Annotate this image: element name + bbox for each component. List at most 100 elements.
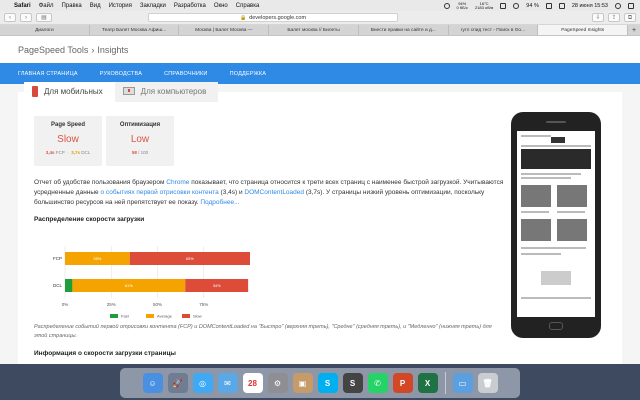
optimization-score: 58 bbox=[131, 150, 137, 155]
display-icon[interactable] bbox=[500, 2, 507, 9]
dcl-label: DCL bbox=[81, 150, 91, 155]
tab-dialogs[interactable]: Диалоги bbox=[0, 25, 90, 35]
distribution-heading: Распределение скорости загрузки bbox=[34, 216, 145, 223]
chart-tick-label: 25% bbox=[107, 302, 116, 307]
screenshot-line bbox=[521, 173, 581, 175]
link-chrome[interactable]: Chrome bbox=[166, 179, 189, 186]
spotlight-icon[interactable] bbox=[615, 2, 621, 9]
screenshot-line bbox=[557, 211, 585, 213]
download-button[interactable]: ⇩ bbox=[592, 13, 604, 22]
new-tab-button[interactable]: + bbox=[628, 25, 640, 35]
finder-icon[interactable]: ☺ bbox=[142, 373, 163, 393]
battery-icon[interactable] bbox=[545, 2, 552, 9]
dcl-value: 3,7s bbox=[71, 150, 80, 155]
tab-moscow[interactable]: Москва | Балет Москва — bbox=[179, 25, 270, 35]
brand-link[interactable]: PageSpeed Tools bbox=[18, 45, 88, 55]
share-button[interactable]: ⇪ bbox=[608, 13, 620, 22]
chart-data-label: 65% bbox=[186, 256, 194, 261]
tab-desktop[interactable]: Для компьютеров bbox=[114, 82, 219, 102]
calendar-icon[interactable]: 28 bbox=[242, 373, 263, 393]
tab-pagespeed[interactable]: PageSpeed Insights bbox=[538, 25, 629, 35]
optimization-max: / 100 bbox=[138, 150, 149, 155]
tab-desktop-label: Для компьютеров bbox=[140, 86, 207, 96]
show-tabs-button[interactable]: ⧉ bbox=[624, 13, 636, 22]
results-card: Для мобильных Для компьютеров Page Speed… bbox=[18, 82, 622, 364]
metric-title: Page Speed bbox=[50, 122, 85, 128]
section-title[interactable]: Insights bbox=[97, 45, 128, 55]
mail-icon[interactable]: ✉ bbox=[217, 373, 238, 393]
menu-edit[interactable]: Правка bbox=[61, 3, 81, 9]
distribution-chart: 0% 25% 50% 75% FCP 35% 65% DCL 61% 34% Fast Average… bbox=[53, 246, 250, 319]
menu-app-name[interactable]: Safari bbox=[14, 3, 31, 9]
tab-mobile-label: Для мобильных bbox=[44, 86, 103, 96]
flag-icon[interactable] bbox=[558, 2, 565, 9]
address-bar[interactable]: 🔒 developers.google.com bbox=[148, 13, 398, 22]
device-tabs: Для мобильных Для компьютеров bbox=[24, 82, 219, 102]
chart-tick-label: 0% bbox=[62, 302, 69, 307]
trash-icon[interactable]: 🗑 bbox=[477, 373, 498, 393]
menu-help[interactable]: Справка bbox=[236, 3, 260, 9]
metric-value: Low bbox=[130, 134, 150, 145]
legend-swatch bbox=[146, 314, 154, 318]
info-heading: Информация о скорости загрузки страницы bbox=[34, 350, 176, 357]
tab-theatre[interactable]: Театр Балет Москва Афиш... bbox=[90, 25, 180, 35]
link-more[interactable]: Подробнее... bbox=[200, 199, 239, 206]
network-speed: 0 КБ/с bbox=[456, 4, 468, 10]
menu-develop[interactable]: Разработка bbox=[174, 3, 206, 9]
menu-history[interactable]: История bbox=[109, 3, 132, 9]
temperature-readout[interactable]: 16°C 2183 об/м bbox=[475, 1, 493, 10]
screenshot-line bbox=[521, 177, 571, 179]
nav-guides[interactable]: РУКОВОДСТВА bbox=[100, 71, 142, 77]
nav-support[interactable]: ПОДДЕРЖКА bbox=[230, 71, 267, 77]
tab-tickets[interactable]: Балет москва // Билеты bbox=[269, 25, 359, 35]
screenshot-logo bbox=[551, 137, 565, 143]
sync-icon[interactable] bbox=[443, 2, 450, 9]
preferences-icon[interactable]: ⚙ bbox=[267, 373, 288, 393]
menu-window[interactable]: Окно bbox=[214, 3, 228, 9]
site-nav: ГЛАВНАЯ СТРАНИЦА РУКОВОДСТВА СПРАВОЧНИКИ… bbox=[0, 63, 640, 84]
photos-app-icon[interactable]: ▣ bbox=[292, 373, 313, 393]
site-header: PageSpeed Tools › Insights bbox=[0, 36, 640, 63]
notifications-icon[interactable] bbox=[628, 2, 634, 9]
battery-readout[interactable]: 94% 0 КБ/с bbox=[456, 1, 468, 10]
screenshot-image bbox=[521, 219, 551, 241]
menu-view[interactable]: Вид bbox=[90, 3, 101, 9]
menu-file[interactable]: Файл bbox=[39, 3, 54, 9]
safari-icon[interactable]: ◎ bbox=[192, 373, 213, 393]
tab-mobile[interactable]: Для мобильных bbox=[24, 82, 115, 102]
chart-category-label: DCL bbox=[53, 283, 62, 288]
legend-swatch bbox=[110, 314, 118, 318]
battery-level[interactable]: 94 % bbox=[526, 3, 539, 9]
forward-button[interactable]: › bbox=[20, 13, 32, 22]
chart-tick-label: 75% bbox=[199, 302, 208, 307]
wifi-icon[interactable] bbox=[513, 2, 520, 9]
metric-detail: 3,4s FCP · 3,7s DCL bbox=[45, 150, 91, 155]
screenshot-line bbox=[521, 145, 591, 147]
excel-icon[interactable]: X bbox=[417, 373, 438, 393]
menu-bookmarks[interactable]: Закладки bbox=[140, 3, 166, 9]
clock[interactable]: 28 июня 15:53 bbox=[572, 3, 608, 9]
back-button[interactable]: ‹ bbox=[4, 13, 16, 22]
powerpoint-icon[interactable]: P bbox=[392, 373, 413, 393]
legend-label: Slow bbox=[193, 314, 202, 319]
desktop-monitor-icon bbox=[122, 87, 135, 95]
link-fcp[interactable]: о событиях первой отрисовки контента bbox=[100, 189, 218, 196]
launchpad-icon[interactable]: 🚀 bbox=[167, 373, 188, 393]
legend-label: Average bbox=[157, 314, 173, 319]
stickies-icon[interactable]: S bbox=[342, 373, 363, 393]
downloads-folder-icon[interactable]: ▭ bbox=[452, 373, 473, 393]
metric-optimization: Оптимизация Low 58 / 100 bbox=[106, 116, 174, 166]
mobile-preview bbox=[511, 112, 601, 338]
chart-bar-segment bbox=[65, 279, 73, 292]
tab-google-search[interactable]: гугл спид тест - Поиск в Go... bbox=[449, 25, 539, 35]
nav-reference[interactable]: СПРАВОЧНИКИ bbox=[164, 71, 208, 77]
sidebar-button[interactable]: ▤ bbox=[36, 13, 52, 22]
mobile-phone-icon bbox=[32, 85, 38, 97]
dock: ☺ 🚀 ◎ ✉ 28 ⚙ ▣ S S ✆ P X ▭ 🗑 bbox=[120, 368, 520, 398]
fcp-label: FCP bbox=[55, 150, 65, 155]
skype-icon[interactable]: S bbox=[317, 373, 338, 393]
whatsapp-icon[interactable]: ✆ bbox=[367, 373, 388, 393]
nav-home[interactable]: ГЛАВНАЯ СТРАНИЦА bbox=[18, 71, 78, 77]
link-dcl[interactable]: DOMContentLoaded bbox=[244, 189, 304, 196]
tab-edits[interactable]: Внести правки на сайте и д... bbox=[359, 25, 449, 35]
